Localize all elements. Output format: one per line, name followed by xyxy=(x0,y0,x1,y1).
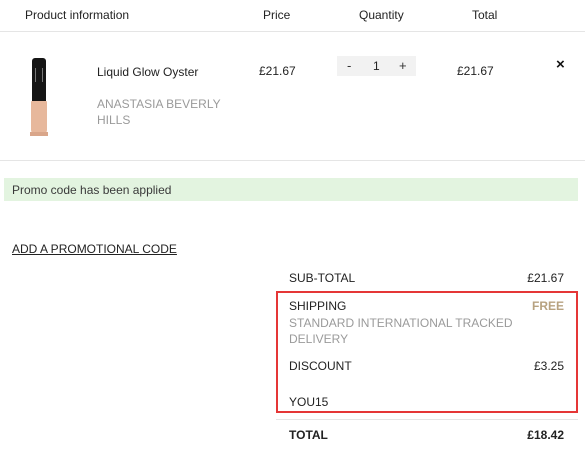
discount-code: YOU15 xyxy=(289,395,329,409)
grand-total-label: TOTAL xyxy=(289,428,328,442)
promo-applied-message: Promo code has been applied xyxy=(12,183,172,197)
header-quantity: Quantity xyxy=(359,8,404,22)
discount-label: DISCOUNT xyxy=(289,359,352,373)
shipping-label: SHIPPING xyxy=(289,299,347,313)
tube-cap-detail xyxy=(35,68,43,82)
item-price: £21.67 xyxy=(259,64,296,78)
quantity-increase-button[interactable]: + xyxy=(399,58,407,73)
promo-applied-banner: Promo code has been applied xyxy=(4,178,578,201)
header-price: Price xyxy=(263,8,291,22)
header-total: Total xyxy=(472,8,498,22)
subtotal-label: SUB-TOTAL xyxy=(289,271,356,285)
remove-item-close-icon[interactable]: × xyxy=(556,56,565,73)
tube-body-shape xyxy=(31,101,47,134)
product-name[interactable]: Liquid Glow Oyster xyxy=(97,64,227,80)
header-product-information: Product information xyxy=(25,8,130,22)
quantity-value[interactable]: 1 xyxy=(373,59,380,73)
cart-table-header: Product information Price Quantity Total xyxy=(0,0,585,32)
quantity-decrease-button[interactable]: - xyxy=(347,58,351,73)
quantity-stepper: - 1 + xyxy=(337,56,416,76)
discount-value: £3.25 xyxy=(533,359,564,373)
tube-crimp-shape xyxy=(30,132,48,136)
product-image[interactable] xyxy=(26,58,52,138)
shipping-method: STANDARD INTERNATIONAL TRACKED DELIVERY xyxy=(289,316,513,346)
cart-item-row: Liquid Glow Oyster ANASTASIA BEVERLY HIL… xyxy=(0,32,585,161)
add-promotional-code-link[interactable]: ADD A PROMOTIONAL CODE xyxy=(12,242,177,256)
grand-total-value: £18.42 xyxy=(527,428,564,442)
subtotal-value: £21.67 xyxy=(527,271,564,285)
item-total: £21.67 xyxy=(457,64,494,78)
product-brand: ANASTASIA BEVERLY HILLS xyxy=(97,97,221,127)
total-divider xyxy=(276,419,578,420)
shipping-value: FREE xyxy=(531,299,564,313)
